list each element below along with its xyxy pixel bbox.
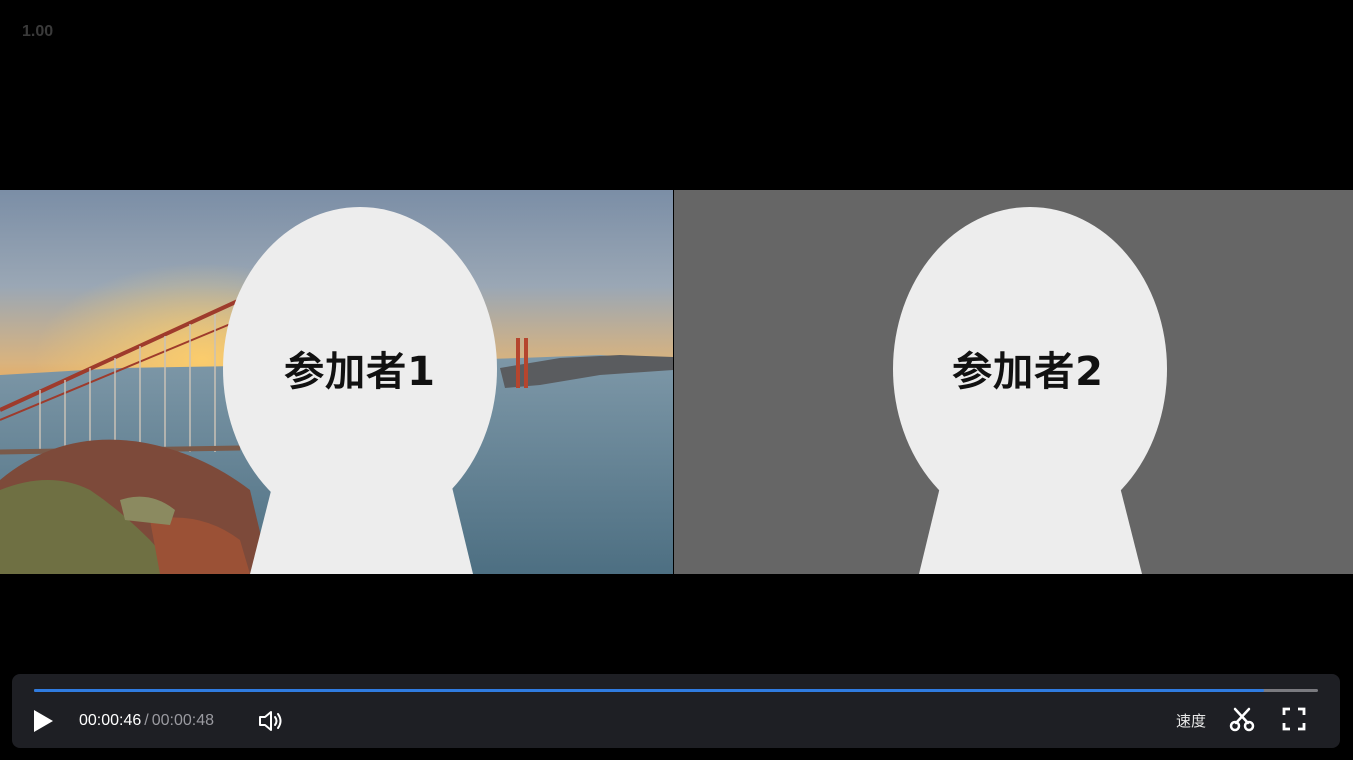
- cut-button[interactable]: [1229, 706, 1255, 732]
- participant-1-name: 参加者1: [284, 349, 436, 395]
- scissors-icon: [1229, 707, 1255, 732]
- zoom-level-readout: 1.00: [22, 23, 54, 40]
- volume-button[interactable]: [257, 708, 287, 734]
- fullscreen-icon: [1282, 707, 1306, 731]
- participant-tile-2: 参加者2: [674, 190, 1353, 574]
- time-display: 00:00:46/00:00:48: [79, 712, 214, 730]
- total-time: 00:00:48: [151, 712, 215, 729]
- play-icon: [34, 710, 53, 732]
- speed-button[interactable]: 速度: [1176, 710, 1206, 731]
- participant-tile-1: 参加者1: [0, 190, 673, 574]
- player-controls-bar: 00:00:46/00:00:48 速度: [12, 674, 1340, 748]
- volume-icon: [259, 711, 282, 731]
- play-button[interactable]: [30, 708, 56, 734]
- video-stage: 1.00 参加者1 参加者2 00:00:46 / 00:00:48 速度: [0, 0, 1353, 760]
- progress-bar[interactable]: [34, 689, 1318, 692]
- participant-1-avatar: 参加者1: [222, 207, 502, 574]
- time-separator: /: [144, 712, 149, 729]
- participant-2-avatar: 参加者2: [890, 207, 1170, 574]
- fullscreen-button[interactable]: [1281, 706, 1307, 732]
- participant-2-name: 参加者2: [952, 349, 1104, 395]
- current-time: 00:00:46: [79, 712, 142, 729]
- progress-bar-fill: [34, 689, 1265, 692]
